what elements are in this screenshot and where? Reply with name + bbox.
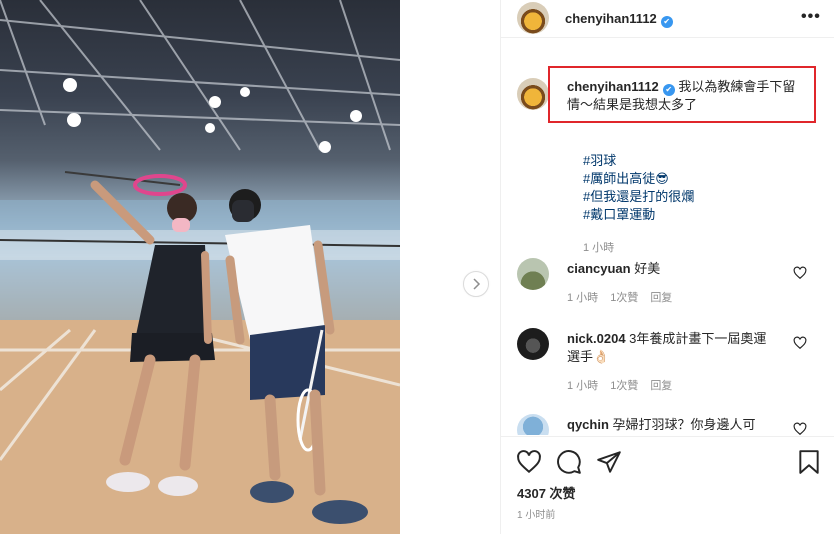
caption-text: chenyihan1112 ✔ 我以為教練會手下留情～結果是我想太多了 bbox=[567, 78, 807, 114]
comment-username[interactable]: ciancyuan bbox=[567, 261, 631, 276]
hashtag-link[interactable]: #厲師出高徒😎 bbox=[583, 170, 694, 188]
post-photo[interactable] bbox=[0, 0, 400, 534]
heart-icon[interactable] bbox=[516, 449, 542, 475]
comment-text: nick.0204 3年養成計畫下一屆奧運選手👌🏻 bbox=[567, 330, 777, 366]
instagram-post-modal: chenyihan1112 ✔ ••• chenyihan1112 ✔ 我以為教練會… bbox=[0, 0, 834, 534]
comment-meta: 1 小時 1次贊 回复 bbox=[567, 289, 672, 305]
comment-likes[interactable]: 1次贊 bbox=[610, 377, 638, 393]
comment-time: 1 小時 bbox=[567, 380, 599, 392]
hashtag-link[interactable]: #羽球 bbox=[583, 152, 694, 170]
hashtag-link[interactable]: #戴口罩運動 bbox=[583, 206, 694, 224]
commenter-avatar[interactable] bbox=[517, 258, 549, 290]
caption-username[interactable]: chenyihan1112 bbox=[567, 79, 659, 94]
comments-scroll[interactable]: chenyihan1112 ✔ 我以為教練會手下留情～結果是我想太多了 #羽球 #… bbox=[501, 58, 834, 435]
bookmark-icon[interactable] bbox=[796, 449, 822, 475]
post-actions: 4307 次赞 1 小时前 bbox=[501, 436, 834, 534]
share-icon[interactable] bbox=[596, 449, 622, 475]
chevron-right-icon bbox=[473, 278, 481, 290]
comment-body: 好美 bbox=[634, 261, 661, 276]
carousel-next-button[interactable] bbox=[463, 271, 489, 297]
reply-button[interactable]: 回复 bbox=[650, 289, 672, 305]
ceiling-trusses bbox=[0, 0, 400, 151]
comment-username[interactable]: qychin bbox=[567, 417, 609, 432]
reply-button[interactable]: 回复 bbox=[650, 377, 672, 393]
verified-badge-icon: ✔ bbox=[662, 84, 675, 96]
comment-likes[interactable]: 1次贊 bbox=[610, 289, 638, 305]
comment-body: 孕婦打羽球？你身邊人可 bbox=[612, 417, 756, 432]
heart-icon[interactable] bbox=[793, 336, 807, 350]
comment-username[interactable]: nick.0204 bbox=[567, 331, 626, 346]
comment-meta: 1 小時 1次贊 回复 bbox=[567, 377, 672, 393]
commenter-avatar[interactable] bbox=[517, 328, 549, 360]
comment-icon[interactable] bbox=[556, 449, 582, 475]
hashtag-list: #羽球 #厲師出高徒😎 #但我還是打的很爛 #戴口罩運動 bbox=[583, 152, 694, 224]
hashtag-link[interactable]: #但我還是打的很爛 bbox=[583, 188, 694, 206]
author-username[interactable]: chenyihan1112 ✔ bbox=[565, 11, 673, 28]
post-header: chenyihan1112 ✔ ••• bbox=[501, 0, 834, 38]
commenter-avatar[interactable] bbox=[517, 414, 549, 435]
post-side-panel: chenyihan1112 ✔ ••• chenyihan1112 ✔ 我以為教練會… bbox=[500, 0, 834, 534]
ellipsis-icon[interactable]: ••• bbox=[801, 8, 821, 26]
comment-time: 1 小時 bbox=[567, 292, 599, 304]
comment-text: qychin 孕婦打羽球？你身邊人可 bbox=[567, 416, 777, 434]
post-photo-illustration bbox=[0, 0, 400, 534]
author-avatar[interactable] bbox=[517, 2, 549, 34]
verified-badge-icon: ✔ bbox=[660, 16, 673, 28]
caption-time: 1 小時 bbox=[583, 242, 615, 254]
caption-avatar[interactable] bbox=[517, 78, 549, 110]
like-count[interactable]: 4307 次赞 bbox=[517, 483, 576, 502]
heart-icon[interactable] bbox=[793, 266, 807, 280]
post-timestamp: 1 小时前 bbox=[517, 510, 556, 521]
heart-icon[interactable] bbox=[793, 422, 807, 435]
comment-text: ciancyuan 好美 bbox=[567, 260, 777, 278]
